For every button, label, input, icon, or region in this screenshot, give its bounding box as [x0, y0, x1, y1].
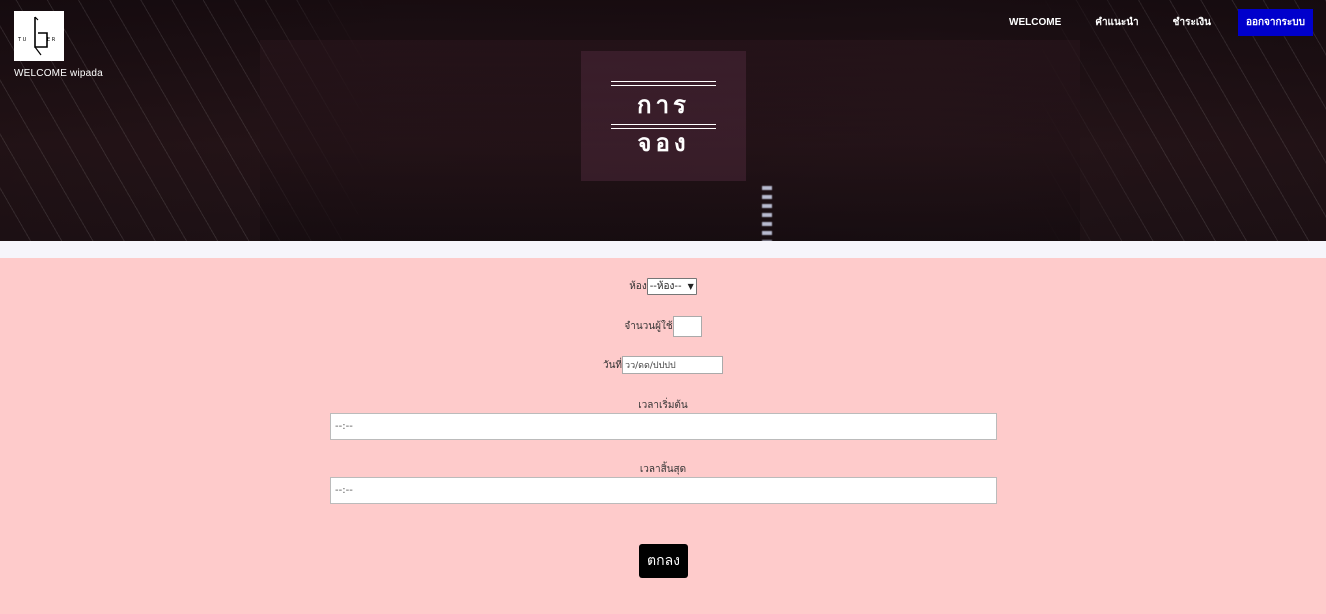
dropdown-arrow-icon: ▼ [687, 282, 694, 291]
page-title-frame: การจอง [611, 81, 716, 157]
top-nav: WELCOME คำแนะนำ ชำระเงิน ออกจากระบบ [992, 9, 1313, 36]
welcome-user-text: WELCOME wipada [14, 68, 103, 79]
room-label: ห้อง [629, 281, 647, 292]
users-count-input[interactable] [672, 316, 702, 337]
logo-text-left: T U [17, 37, 27, 43]
date-input[interactable]: วว/ดด/ปปปป [622, 356, 724, 374]
logo-mark-icon: T U E R [17, 16, 56, 56]
site-logo[interactable]: T U E R [14, 11, 64, 61]
room-select[interactable]: --ห้อง-- ▼ [646, 278, 697, 295]
hero-banner: T U E R WELCOME wipada WELCOME คำแนะนำ ช… [0, 0, 1326, 241]
end-time-label: เวลาสิ้นสุด [639, 464, 687, 475]
nav-item-payment[interactable]: ชำระเงิน [1156, 9, 1228, 36]
start-time-input[interactable]: --:-- [330, 413, 997, 440]
users-label: จำนวนผู้ใช้ [624, 321, 673, 332]
room-select-value: --ห้อง-- [649, 281, 682, 292]
users-row: จำนวนผู้ใช้ [0, 316, 1326, 337]
divider-strip [0, 241, 1326, 258]
date-label: วันที่ [602, 359, 623, 371]
hero-light-strip [762, 186, 772, 241]
start-time-label: เวลาเริ่มต้น [638, 400, 688, 411]
logo-text-right: E R [47, 37, 56, 43]
date-row: วันที่ วว/ดด/ปปปป [0, 356, 1326, 374]
logout-button[interactable]: ออกจากระบบ [1237, 9, 1313, 36]
nav-item-welcome[interactable]: WELCOME [992, 11, 1078, 34]
page-title: การจอง [637, 91, 690, 157]
room-row: ห้อง --ห้อง-- ▼ [0, 278, 1326, 295]
nav-item-guide[interactable]: คำแนะนำ [1078, 9, 1155, 36]
submit-button[interactable]: ตกลง [639, 544, 688, 578]
end-time-input[interactable]: --:-- [330, 477, 997, 504]
booking-form: ห้อง --ห้อง-- ▼ จำนวนผู้ใช้ วันที่ วว/ดด… [0, 258, 1326, 614]
